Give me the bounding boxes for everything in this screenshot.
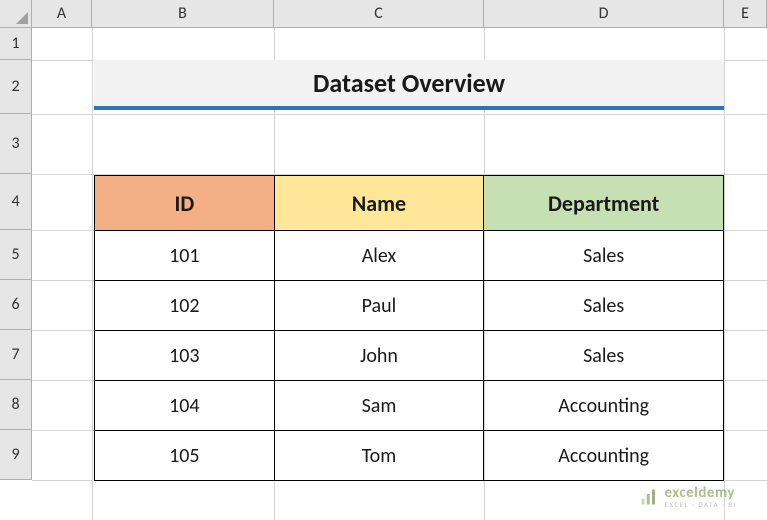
cell-department[interactable]: Sales bbox=[484, 231, 724, 281]
table-row: 101AlexSales bbox=[95, 231, 724, 281]
col-header-A[interactable]: A bbox=[32, 0, 92, 28]
cell-department[interactable]: Accounting bbox=[484, 431, 724, 481]
spreadsheet: ABCDE 123456789 Dataset Overview ID Name… bbox=[0, 0, 767, 520]
select-all-corner[interactable] bbox=[0, 0, 32, 28]
row-header-4[interactable]: 4 bbox=[0, 174, 32, 230]
col-header-C[interactable]: C bbox=[274, 0, 484, 28]
header-name[interactable]: Name bbox=[274, 176, 484, 231]
cell-department[interactable]: Sales bbox=[484, 281, 724, 331]
cell-name[interactable]: John bbox=[274, 331, 484, 381]
page-title: Dataset Overview bbox=[313, 67, 505, 99]
row-headers: 123456789 bbox=[0, 28, 32, 480]
cell-id[interactable]: 101 bbox=[95, 231, 275, 281]
column-headers: ABCDE bbox=[32, 0, 767, 28]
cell-name[interactable]: Alex bbox=[274, 231, 484, 281]
row-header-2[interactable]: 2 bbox=[0, 60, 32, 114]
row-header-6[interactable]: 6 bbox=[0, 280, 32, 330]
col-header-D[interactable]: D bbox=[484, 0, 724, 28]
table-row: 103JohnSales bbox=[95, 331, 724, 381]
cell-id[interactable]: 102 bbox=[95, 281, 275, 331]
cell-id[interactable]: 103 bbox=[95, 331, 275, 381]
cell-id[interactable]: 105 bbox=[95, 431, 275, 481]
watermark-text: exceldemy EXCEL · DATA · BI bbox=[664, 486, 737, 508]
table-header-row: ID Name Department bbox=[95, 176, 724, 231]
watermark-sub: EXCEL · DATA · BI bbox=[664, 501, 737, 508]
header-department[interactable]: Department bbox=[484, 176, 724, 231]
col-header-E[interactable]: E bbox=[724, 0, 767, 28]
row-header-5[interactable]: 5 bbox=[0, 230, 32, 280]
watermark: exceldemy EXCEL · DATA · BI bbox=[640, 486, 737, 508]
grid-area[interactable]: Dataset Overview ID Name Department 101A… bbox=[32, 28, 767, 520]
row-header-8[interactable]: 8 bbox=[0, 380, 32, 430]
table-row: 102PaulSales bbox=[95, 281, 724, 331]
title-merged-cell[interactable]: Dataset Overview bbox=[94, 60, 724, 110]
table-row: 105TomAccounting bbox=[95, 431, 724, 481]
data-table: ID Name Department 101AlexSales102PaulSa… bbox=[94, 175, 724, 481]
cell-id[interactable]: 104 bbox=[95, 381, 275, 431]
row-header-3[interactable]: 3 bbox=[0, 114, 32, 174]
row-header-7[interactable]: 7 bbox=[0, 330, 32, 380]
cell-name[interactable]: Sam bbox=[274, 381, 484, 431]
cell-department[interactable]: Sales bbox=[484, 331, 724, 381]
row-header-1[interactable]: 1 bbox=[0, 28, 32, 60]
cell-name[interactable]: Paul bbox=[274, 281, 484, 331]
col-header-B[interactable]: B bbox=[92, 0, 274, 28]
header-id[interactable]: ID bbox=[95, 176, 275, 231]
cell-name[interactable]: Tom bbox=[274, 431, 484, 481]
watermark-brand: exceldemy bbox=[664, 486, 737, 501]
row-header-9[interactable]: 9 bbox=[0, 430, 32, 480]
table-row: 104SamAccounting bbox=[95, 381, 724, 431]
cell-department[interactable]: Accounting bbox=[484, 381, 724, 431]
chart-icon bbox=[640, 488, 658, 506]
